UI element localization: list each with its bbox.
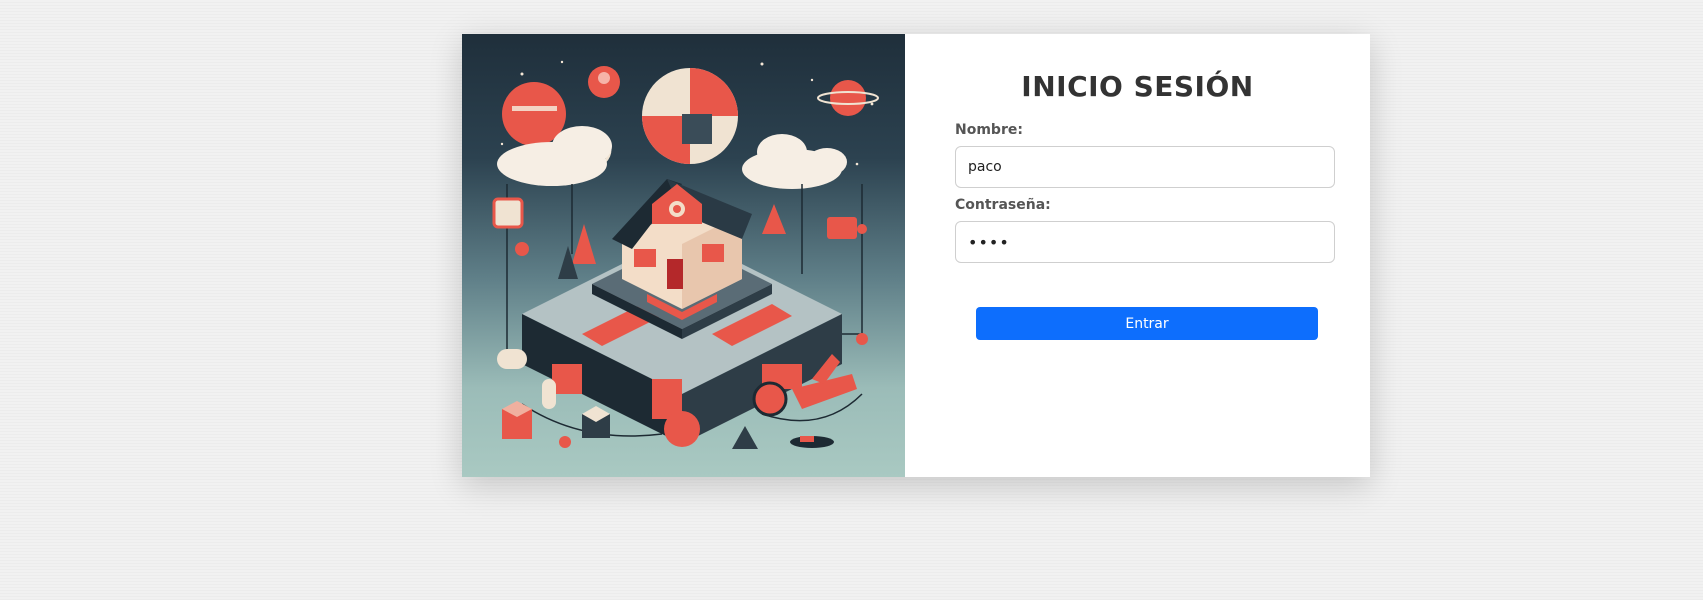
- name-input[interactable]: [955, 146, 1335, 188]
- password-input[interactable]: [955, 221, 1335, 263]
- login-form: INICIO SESIÓN Nombre: Contraseña: Entrar: [905, 34, 1370, 477]
- isometric-house-illustration-icon: [462, 34, 905, 477]
- login-card: INICIO SESIÓN Nombre: Contraseña: Entrar: [462, 34, 1370, 477]
- password-label: Contraseña:: [955, 197, 1051, 213]
- name-label: Nombre:: [955, 122, 1023, 138]
- submit-button[interactable]: Entrar: [976, 307, 1318, 340]
- page-title: INICIO SESIÓN: [1021, 70, 1254, 103]
